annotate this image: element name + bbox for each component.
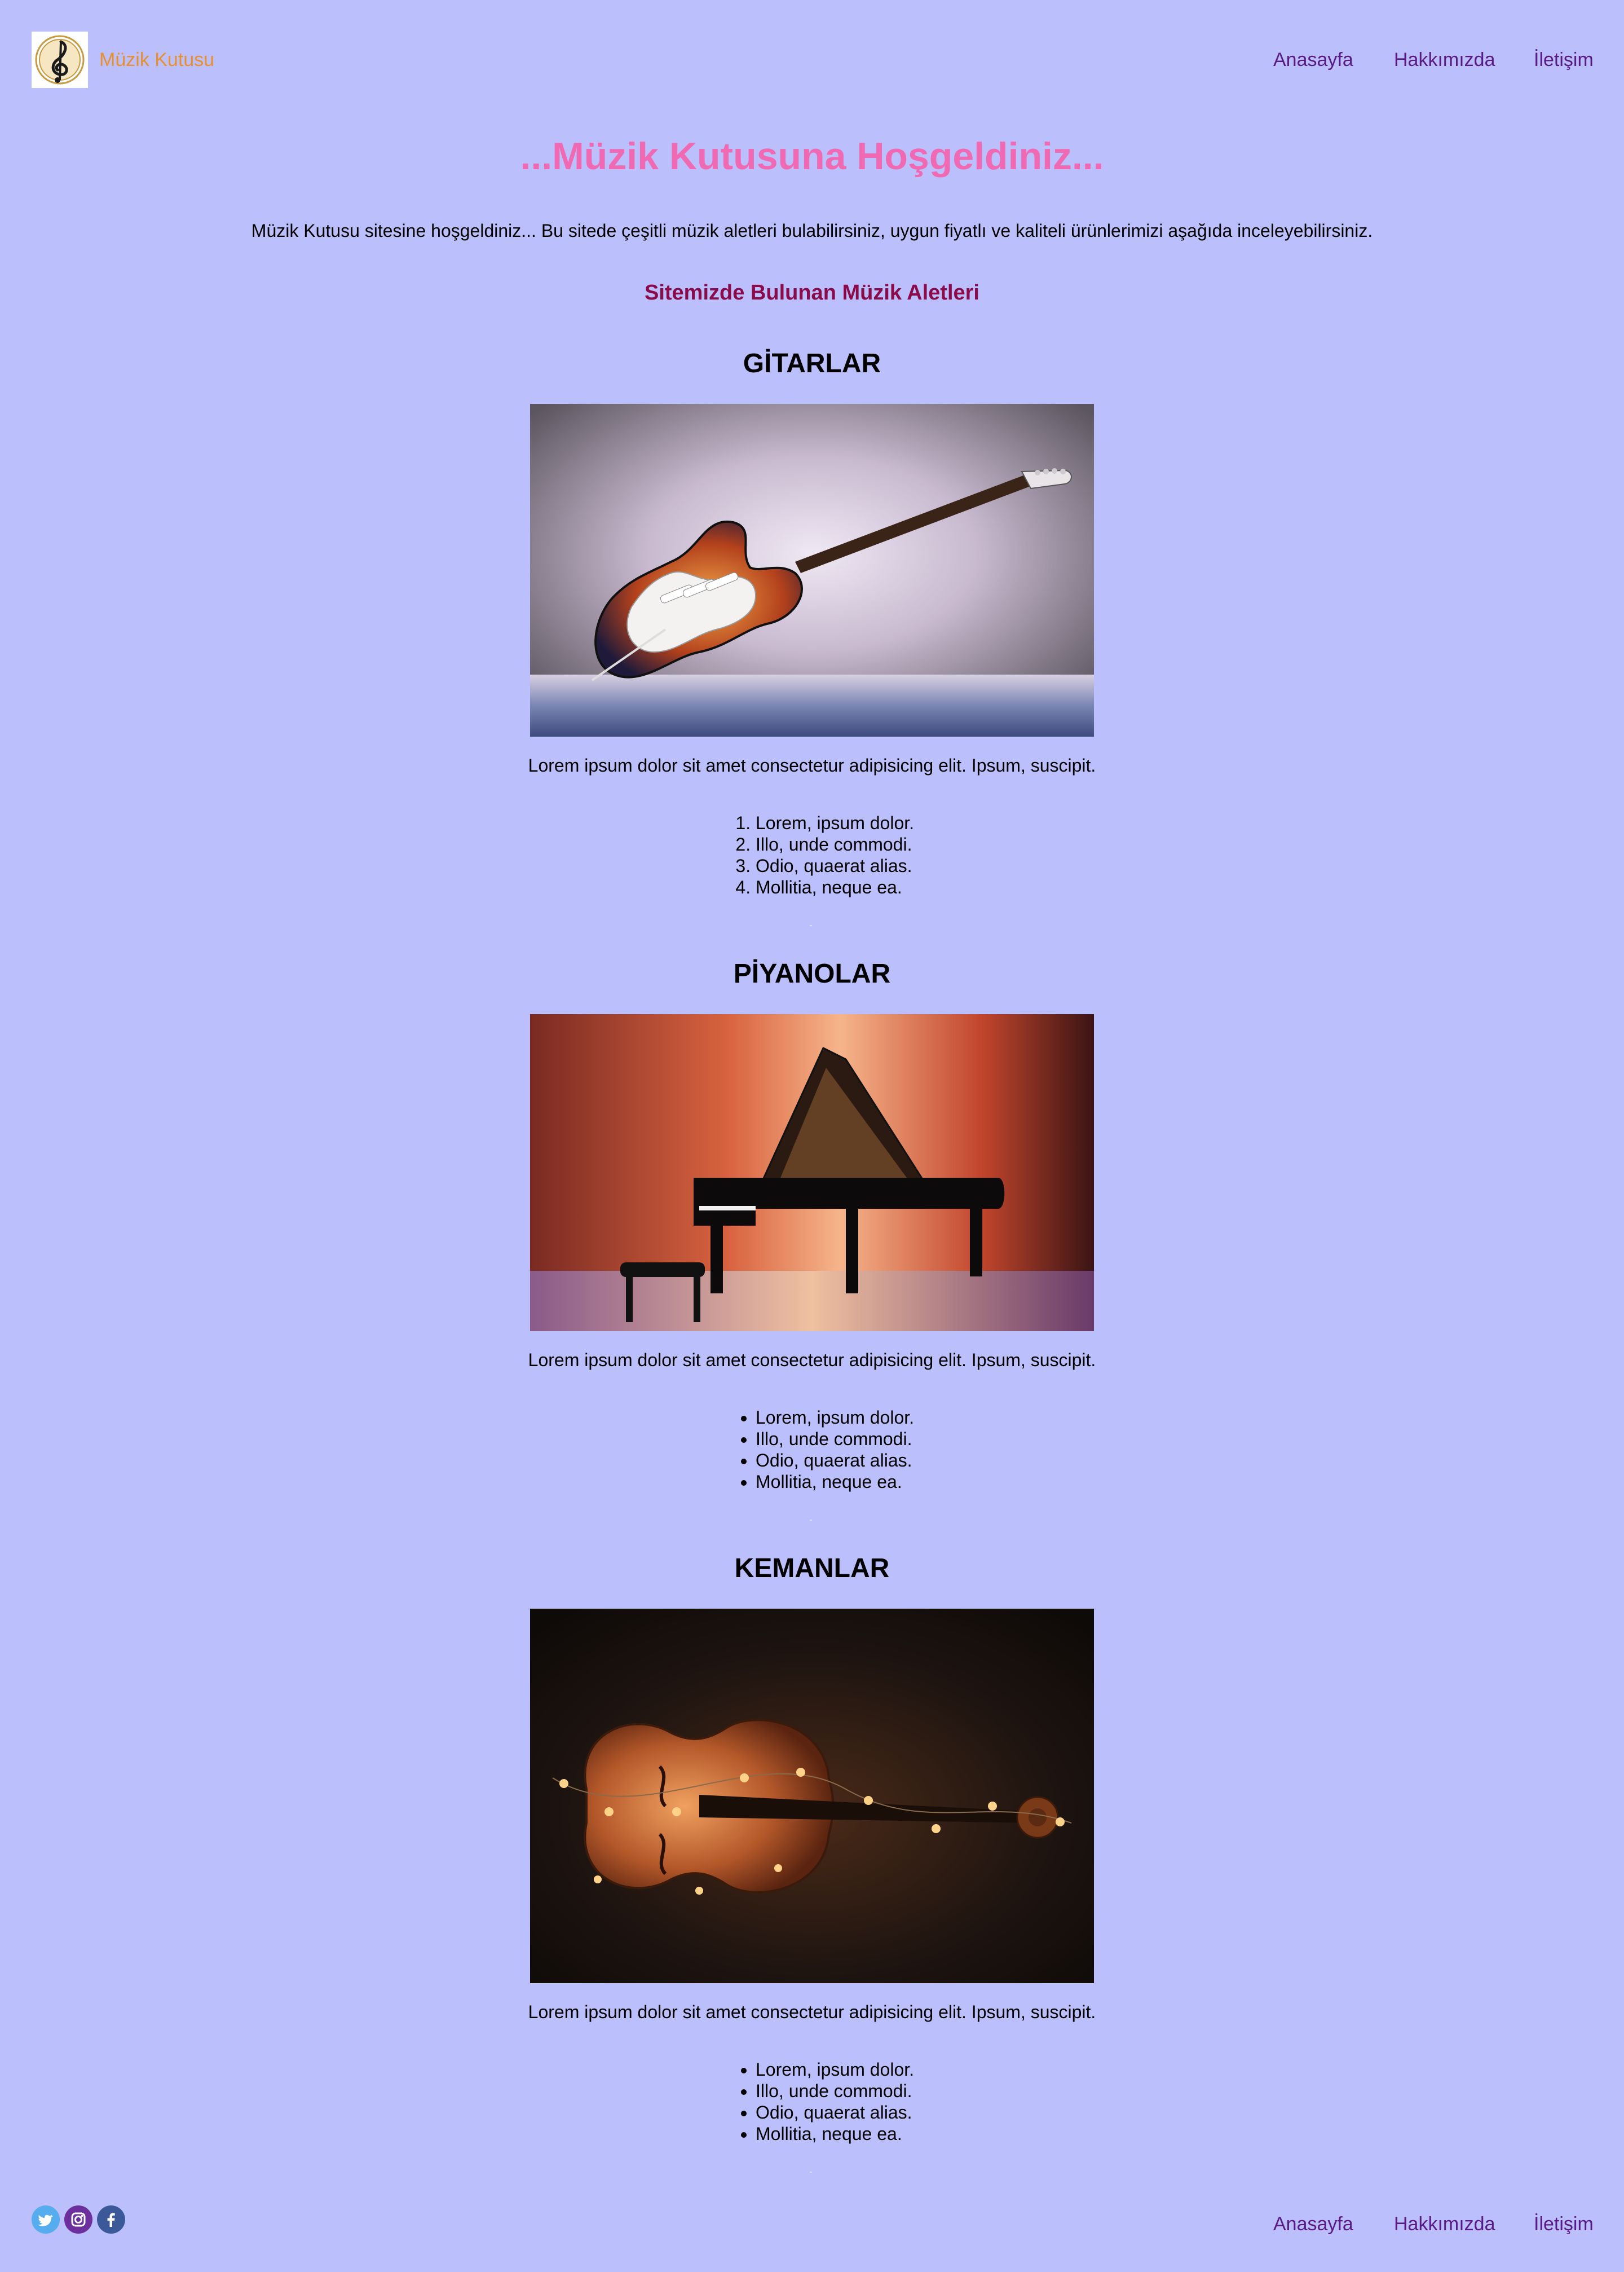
intro-text: Müzik Kutusu sitesine hoşgeldiniz... Bu … [251, 221, 1373, 241]
electric-guitar-photo [530, 404, 1094, 737]
footer-link-contact[interactable]: İletişim [1534, 2212, 1594, 2236]
pianos-list: Lorem, ipsum dolor. Illo, unde commodi. … [733, 1407, 914, 1492]
guitars-title: GİTARLAR [743, 349, 881, 378]
grand-piano-photo [530, 1014, 1094, 1331]
facebook-icon[interactable] [97, 2205, 125, 2234]
list-item: Lorem, ipsum dolor. [756, 1407, 914, 1428]
list-item: Odio, quaerat alias. [756, 2102, 914, 2123]
guitars-description: Lorem ipsum dolor sit amet consectetur a… [528, 755, 1096, 776]
list-item: Mollitia, neque ea. [756, 1471, 914, 1492]
list-item: Illo, unde commodi. [756, 834, 914, 855]
violins-title: KEMANLAR [734, 1553, 890, 1583]
list-item: Odio, quaerat alias. [756, 855, 914, 877]
section-divider [810, 1520, 812, 1521]
violins-description: Lorem ipsum dolor sit amet consectetur a… [528, 2002, 1096, 2022]
list-item: Lorem, ipsum dolor. [756, 812, 914, 834]
list-item: Illo, unde commodi. [756, 2080, 914, 2102]
footer-link-about[interactable]: Hakkımızda [1394, 2212, 1495, 2236]
list-item: Mollitia, neque ea. [756, 2123, 914, 2145]
section-divider [810, 925, 812, 926]
list-item: Illo, unde commodi. [756, 1428, 914, 1450]
nav-link-contact[interactable]: İletişim [1534, 47, 1594, 72]
site-header: Müzik Kutusu Anasayfa Hakkımızda İletişi… [0, 0, 1624, 118]
instagram-icon[interactable] [64, 2205, 92, 2234]
pianos-title: PİYANOLAR [733, 959, 891, 989]
twitter-icon[interactable] [32, 2205, 60, 2234]
brand-link[interactable]: Müzik Kutusu [99, 47, 214, 72]
treble-clef-icon[interactable] [32, 32, 88, 88]
guitars-list: Lorem, ipsum dolor. Illo, unde commodi. … [733, 812, 914, 898]
list-item: Odio, quaerat alias. [756, 1450, 914, 1471]
list-item: Lorem, ipsum dolor. [756, 2059, 914, 2080]
nav-link-home[interactable]: Anasayfa [1273, 47, 1353, 72]
section-heading: Sitemizde Bulunan Müzik Aletleri [644, 281, 979, 305]
page-title: ...Müzik Kutusuna Hoşgeldiniz... [520, 135, 1104, 178]
violins-list: Lorem, ipsum dolor. Illo, unde commodi. … [733, 2059, 914, 2145]
pianos-description: Lorem ipsum dolor sit amet consectetur a… [528, 1350, 1096, 1370]
footer-link-home[interactable]: Anasayfa [1273, 2212, 1353, 2236]
list-item: Mollitia, neque ea. [756, 877, 914, 898]
violin-with-lights-photo [530, 1609, 1094, 1983]
section-divider [810, 2172, 812, 2173]
nav-link-about[interactable]: Hakkımızda [1394, 47, 1495, 72]
